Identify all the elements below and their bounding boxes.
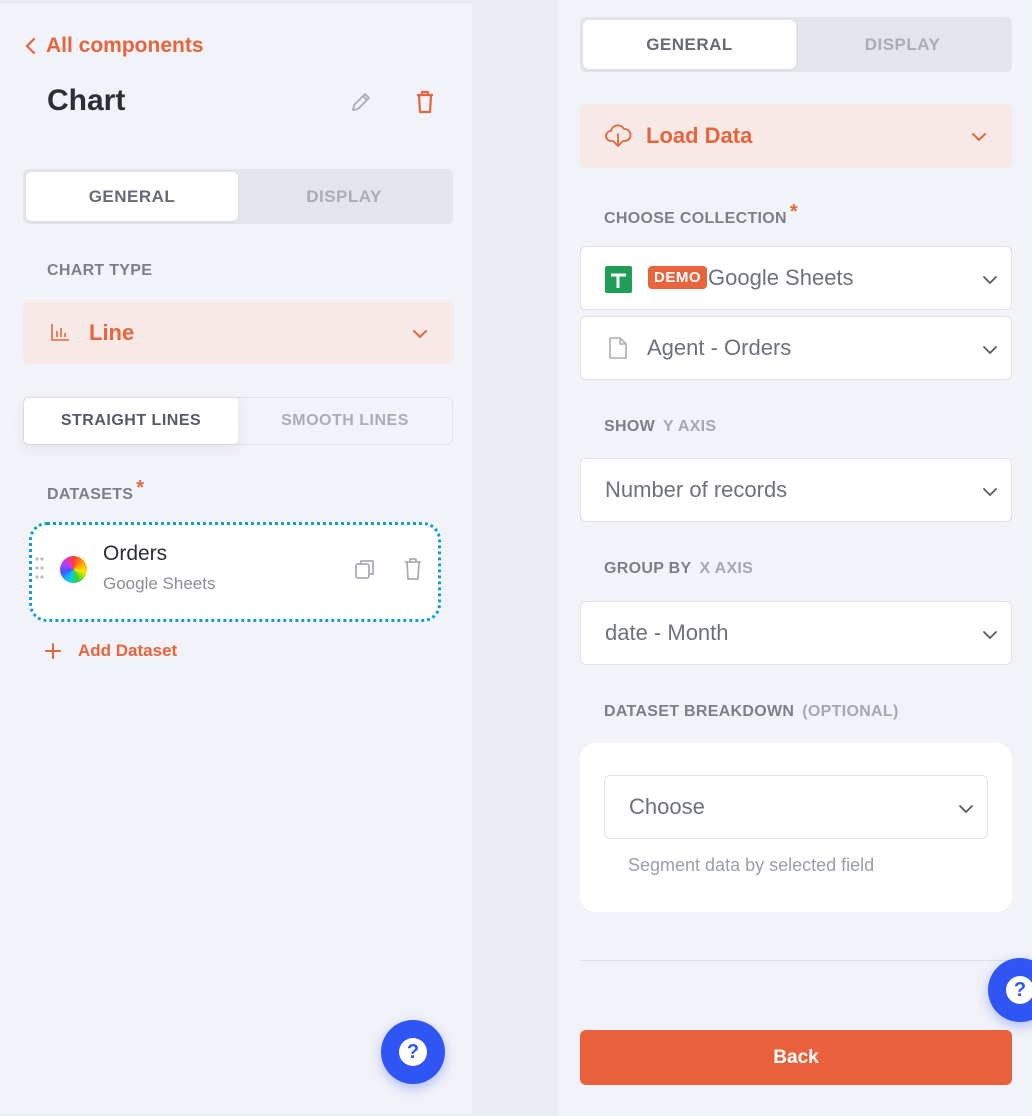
bar-chart-icon <box>51 324 69 341</box>
add-dataset-button[interactable]: Add Dataset <box>44 641 177 661</box>
tab-display[interactable]: DISPLAY <box>796 20 1009 69</box>
trash-icon <box>405 558 421 580</box>
load-data-label: Load Data <box>646 123 753 148</box>
question-icon: ? <box>1006 976 1032 1004</box>
x-axis-sublabel: X AXIS <box>699 560 754 577</box>
chevron-down-icon <box>972 133 986 142</box>
load-data-accordion[interactable]: Load Data <box>580 104 1012 168</box>
breakdown-hint: Segment data by selected field <box>628 855 875 875</box>
chevron-down-icon <box>959 805 973 814</box>
sheet-select[interactable]: Agent - Orders <box>580 316 1012 380</box>
chart-type-select[interactable]: Line <box>23 301 453 364</box>
chevron-down-icon <box>983 631 997 640</box>
tab-general[interactable]: GENERAL <box>583 20 796 69</box>
show-label: SHOW Y AXIS <box>604 418 716 436</box>
add-dataset-label: Add Dataset <box>78 641 178 660</box>
back-link-label: All components <box>46 34 204 57</box>
pencil-icon <box>352 93 370 111</box>
delete-dataset-button[interactable] <box>400 556 426 582</box>
dataset-source: Google Sheets <box>103 574 216 593</box>
trash-icon <box>417 90 433 114</box>
back-button[interactable]: Back <box>580 1030 1012 1085</box>
left-tabs: GENERAL DISPLAY <box>23 169 453 224</box>
group-by-value: date - Month <box>605 620 729 645</box>
dataset-color-icon[interactable] <box>60 556 87 583</box>
plus-icon <box>45 643 61 659</box>
tab-general[interactable]: GENERAL <box>26 172 238 221</box>
line-style-toggle: STRAIGHT LINES SMOOTH LINES <box>23 397 453 445</box>
help-button[interactable]: ? <box>381 1020 445 1084</box>
group-by-label: GROUP BY X AXIS <box>604 560 753 578</box>
collection-value: Google Sheets <box>708 265 854 290</box>
y-axis-sublabel: Y AXIS <box>662 418 717 435</box>
chart-type-value: Line <box>89 320 135 345</box>
required-mark: * <box>789 201 798 223</box>
question-icon: ? <box>399 1038 427 1066</box>
group-by-label-text: GROUP BY <box>604 560 692 577</box>
chevron-down-icon <box>983 346 997 355</box>
dataset-name: Orders <box>103 542 168 565</box>
datasets-label-text: DATASETS <box>47 486 134 503</box>
tab-display[interactable]: DISPLAY <box>238 172 450 221</box>
dataset-item[interactable] <box>29 522 441 622</box>
chevron-down-icon <box>983 488 997 497</box>
group-by-select[interactable]: date - Month <box>580 601 1012 665</box>
edit-button[interactable] <box>347 88 375 116</box>
breakdown-select[interactable]: Choose <box>604 775 988 839</box>
demo-badge: DEMO <box>648 266 707 289</box>
choose-collection-label: CHOOSE COLLECTION * <box>604 201 798 229</box>
chevron-left-icon <box>25 37 36 55</box>
show-label-text: SHOW <box>604 418 655 435</box>
smooth-lines-option[interactable]: SMOOTH LINES <box>238 398 452 444</box>
copy-icon <box>355 560 374 579</box>
page-title: Chart <box>47 84 126 117</box>
show-value: Number of records <box>605 477 788 502</box>
drag-handle-icon[interactable] <box>34 555 44 581</box>
chevron-down-icon <box>413 330 427 339</box>
straight-lines-option[interactable]: STRAIGHT LINES <box>24 398 238 444</box>
google-sheets-icon <box>605 266 632 293</box>
collection-select[interactable]: DEMO Google Sheets <box>580 246 1012 310</box>
back-to-components-link[interactable]: All components <box>24 34 204 58</box>
breakdown-label: DATASET BREAKDOWN (OPTIONAL) <box>604 703 899 721</box>
document-icon <box>609 337 627 359</box>
show-select[interactable]: Number of records <box>580 458 1012 522</box>
sheet-value: Agent - Orders <box>647 335 792 360</box>
divider <box>580 960 1012 961</box>
breakdown-placeholder: Choose <box>629 794 705 819</box>
breakdown-label-text: DATASET BREAKDOWN <box>604 703 795 720</box>
chevron-down-icon <box>983 276 997 285</box>
chart-type-label: CHART TYPE <box>47 262 153 279</box>
optional-sublabel: (OPTIONAL) <box>802 703 899 720</box>
duplicate-dataset-button[interactable] <box>352 556 378 582</box>
choose-collection-text: CHOOSE COLLECTION <box>604 210 787 227</box>
delete-chart-button[interactable] <box>411 88 439 116</box>
right-tabs: GENERAL DISPLAY <box>580 17 1012 72</box>
required-mark: * <box>136 477 145 499</box>
datasets-label: DATASETS * <box>47 477 144 505</box>
cloud-download-icon <box>605 124 632 147</box>
